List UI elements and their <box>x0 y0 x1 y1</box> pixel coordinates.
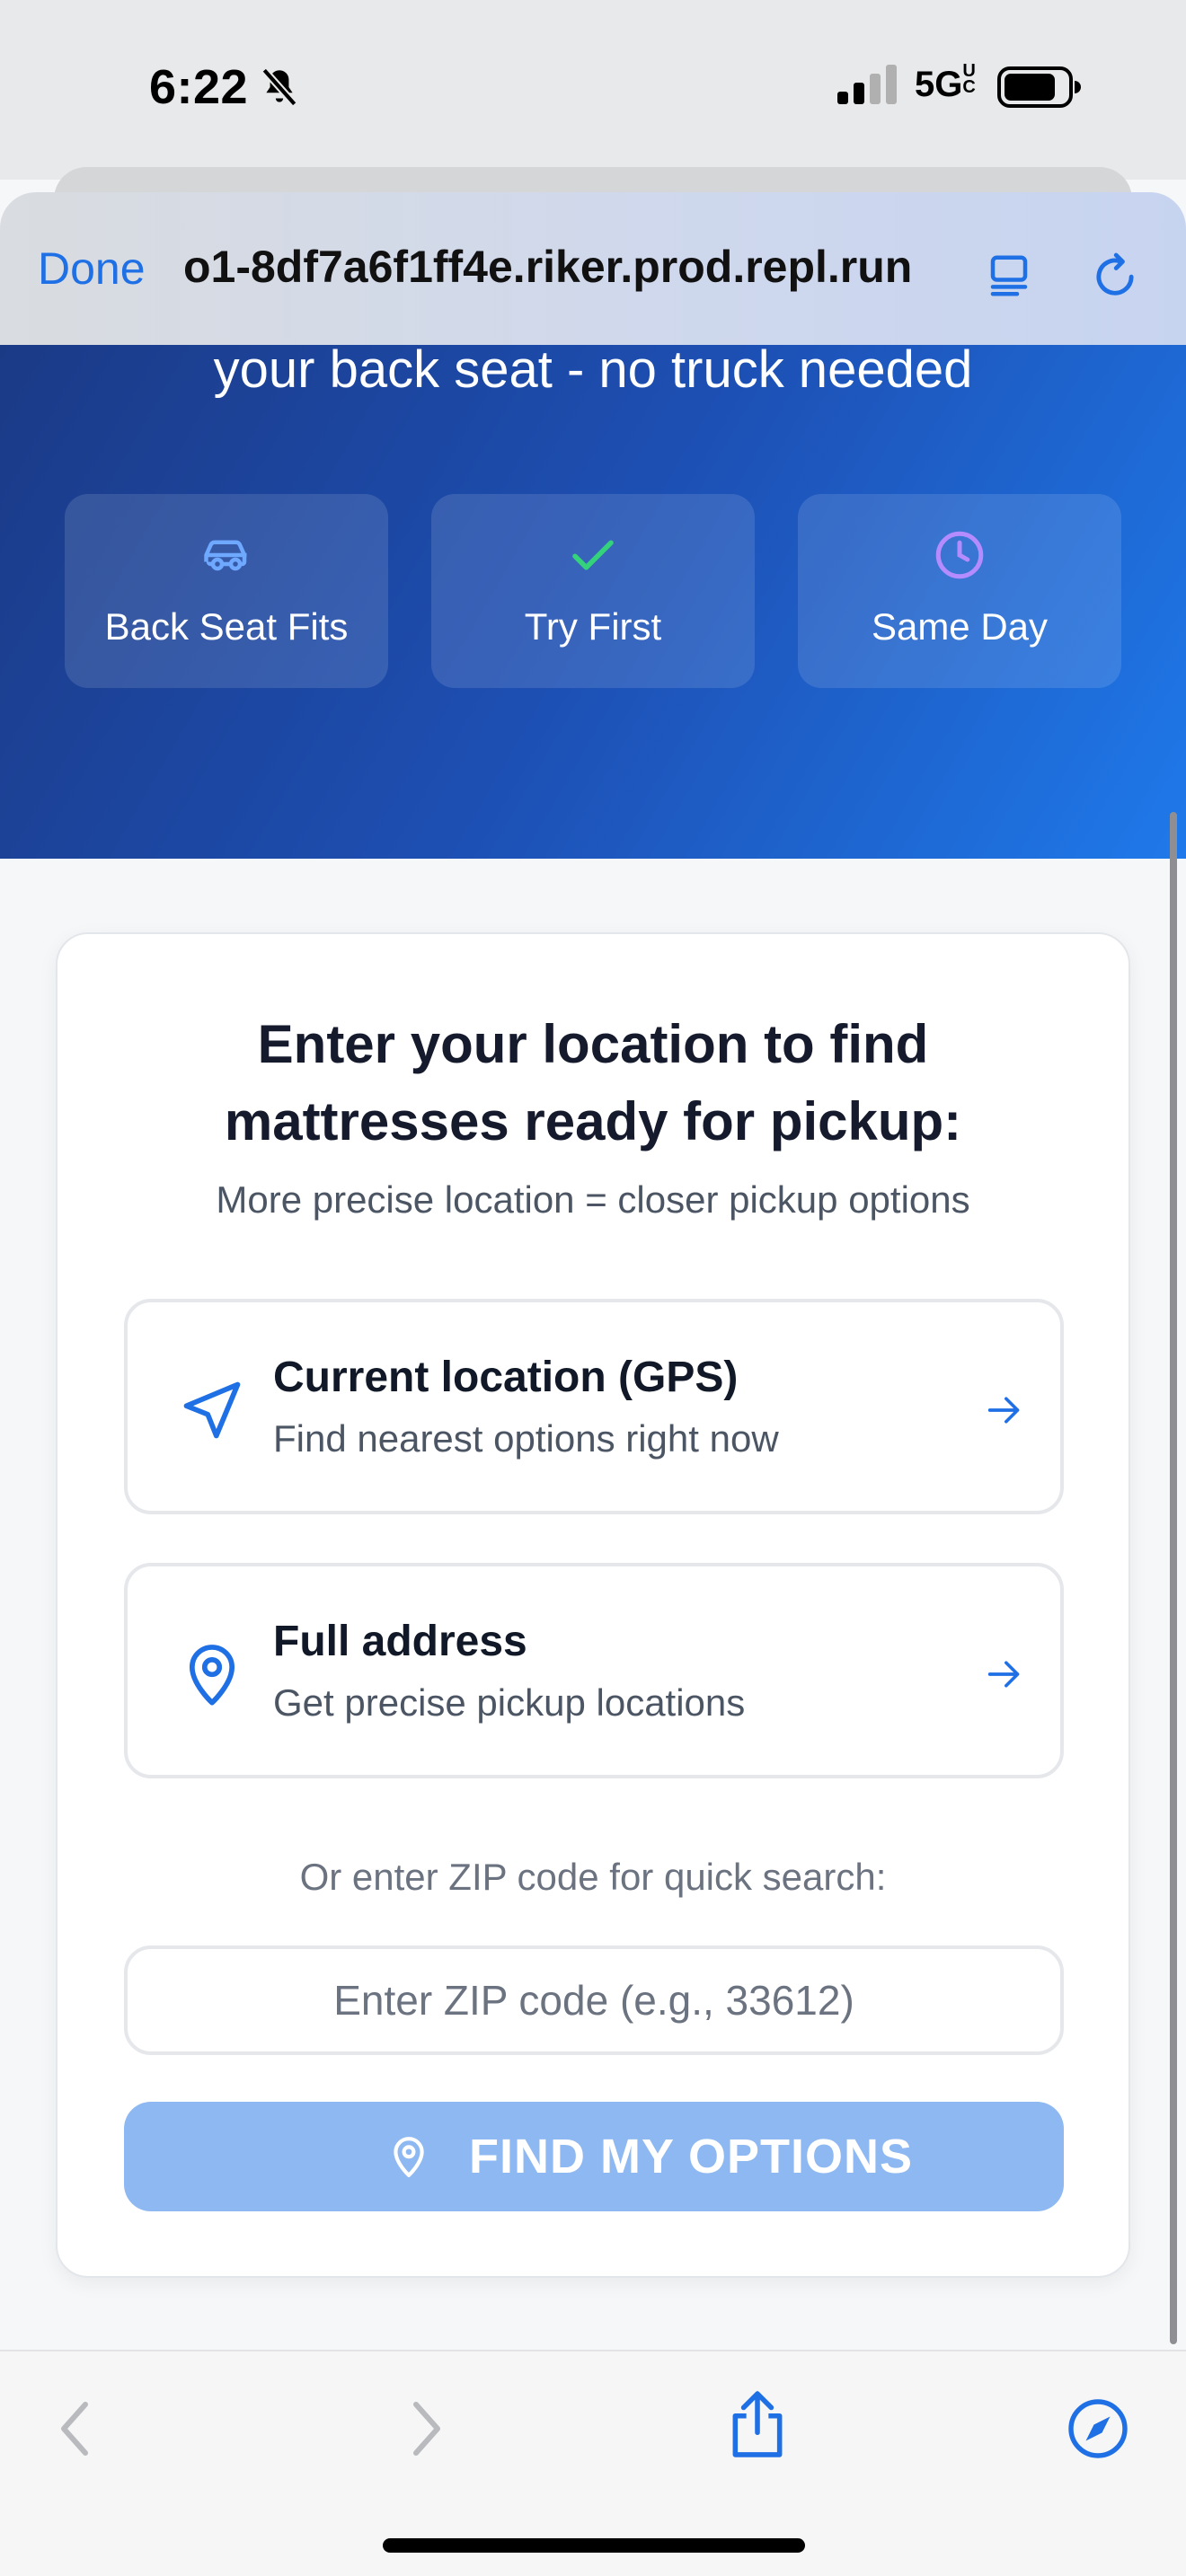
current-location-option[interactable]: Current location (GPS) Find nearest opti… <box>124 1299 1064 1514</box>
zip-label: Or enter ZIP code for quick search: <box>299 1856 887 1898</box>
feature-same-day: Same Day <box>798 494 1121 688</box>
hero-section: your back seat - no truck needed Back Se… <box>0 340 1186 859</box>
zip-code-input[interactable] <box>124 1945 1064 2055</box>
home-indicator <box>383 2538 805 2553</box>
status-bar: 6:22 5GUC <box>0 0 1186 180</box>
find-button-label: FIND MY OPTIONS <box>469 2130 914 2183</box>
bell-off-icon <box>261 67 297 107</box>
back-icon[interactable] <box>45 2396 110 2461</box>
feature-label: Back Seat Fits <box>104 605 349 648</box>
scrollbar[interactable] <box>1170 812 1177 2344</box>
reload-icon[interactable] <box>1089 250 1141 302</box>
card-title-line: Enter your location to find <box>257 1014 929 1074</box>
done-button[interactable]: Done <box>38 243 146 295</box>
location-card: Enter your location to find mattresses r… <box>56 932 1130 2278</box>
card-subtitle: More precise location = closer pickup op… <box>216 1178 970 1221</box>
option-description: Find nearest options right now <box>273 1417 779 1460</box>
feature-back-seat-fits: Back Seat Fits <box>65 494 388 688</box>
arrow-right-icon <box>987 1397 1020 1424</box>
browser-url-bar: Done o1-8df7a6f1ff4e.riker.prod.repl.run <box>0 192 1186 345</box>
battery-icon <box>997 66 1081 108</box>
arrow-right-icon <box>987 1661 1020 1688</box>
network-type: 5GUC <box>915 61 976 104</box>
option-title: Full address <box>273 1618 527 1665</box>
compass-icon[interactable] <box>1066 2396 1130 2461</box>
share-icon[interactable] <box>724 2387 791 2461</box>
card-title: Enter your location to find mattresses r… <box>58 1006 1128 1160</box>
option-title: Current location (GPS) <box>273 1354 739 1401</box>
feature-try-first: Try First <box>431 494 755 688</box>
full-address-option[interactable]: Full address Get precise pickup location… <box>124 1563 1064 1778</box>
navigation-arrow-icon <box>183 1381 241 1439</box>
feature-label: Try First <box>524 605 662 648</box>
check-icon <box>572 540 614 570</box>
cellular-signal-icon <box>837 65 897 104</box>
find-my-options-button[interactable]: FIND MY OPTIONS <box>124 2102 1064 2211</box>
card-title-line: mattresses ready for pickup: <box>224 1091 962 1151</box>
status-time: 6:22 <box>149 60 249 114</box>
clock-icon <box>935 531 984 579</box>
reader-view-icon[interactable] <box>985 251 1033 300</box>
url-field[interactable]: o1-8df7a6f1ff4e.riker.prod.repl.run <box>183 241 956 293</box>
hero-tagline: your back seat - no truck needed <box>213 340 973 399</box>
forward-icon[interactable] <box>392 2396 456 2461</box>
option-description: Get precise pickup locations <box>273 1681 746 1724</box>
map-pin-icon <box>189 1645 235 1706</box>
feature-label: Same Day <box>871 605 1049 648</box>
map-pin-icon <box>394 2137 424 2177</box>
car-icon <box>204 540 247 571</box>
